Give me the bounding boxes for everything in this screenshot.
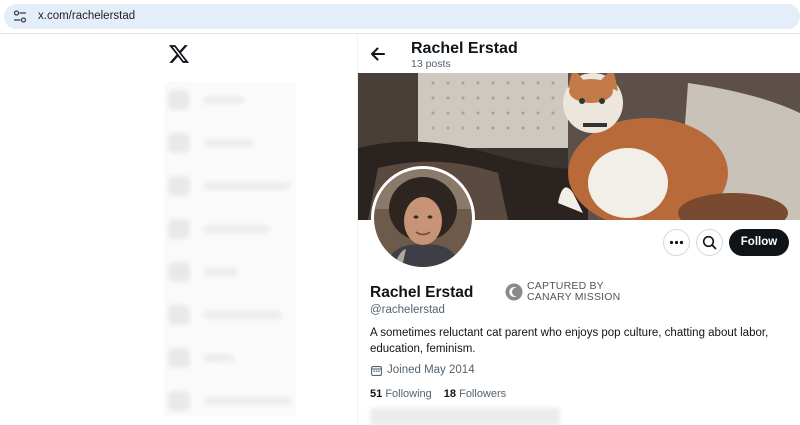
address-bar[interactable]: x.com/rachelerstad (4, 4, 800, 29)
profile-tabs-blurred (370, 408, 560, 425)
profile-display-name: Rachel Erstad (370, 284, 474, 301)
url-text[interactable]: x.com/rachelerstad (38, 9, 135, 24)
follow-stats: 51 Following 18 Followers (370, 387, 506, 401)
watermark-line-2: CANARY MISSION (527, 291, 621, 303)
following-label: Following (385, 388, 432, 400)
profile-bio: A sometimes reluctant cat parent who enj… (370, 327, 769, 355)
search-profile-button[interactable] (696, 229, 723, 256)
header-profile-name: Rachel Erstad (411, 40, 518, 57)
nav-item[interactable] (168, 348, 292, 368)
nav-item[interactable] (168, 176, 292, 196)
followers-label: Followers (459, 388, 507, 400)
header-post-count: 13 posts (411, 58, 451, 70)
profile-handle: @rachelerstad (370, 304, 445, 316)
nav-item[interactable] (168, 133, 292, 153)
nav-item[interactable] (168, 262, 292, 282)
x-logo-icon[interactable] (168, 43, 190, 65)
search-icon (702, 235, 717, 250)
joined-date: Joined May 2014 (387, 364, 475, 376)
navigation-menu-blurred (164, 82, 296, 416)
following-count: 51 (370, 388, 383, 400)
more-options-icon (669, 240, 684, 245)
nav-item[interactable] (168, 219, 292, 239)
browser-toolbar: x.com/rachelerstad (0, 0, 800, 34)
back-arrow-icon[interactable] (368, 44, 388, 64)
canary-mission-icon (505, 283, 523, 301)
avatar-photo (374, 169, 472, 267)
profile-avatar[interactable] (371, 166, 475, 270)
following-link[interactable]: 51 Following (370, 388, 432, 400)
nav-item[interactable] (168, 391, 292, 411)
calendar-icon (371, 366, 382, 376)
followers-count: 18 (443, 388, 457, 400)
nav-item[interactable] (168, 305, 292, 325)
site-settings-icon[interactable] (13, 10, 27, 23)
followers-link[interactable]: 18 Followers (444, 388, 506, 400)
canary-mission-watermark: CAPTURED BY CANARY MISSION (527, 281, 620, 303)
follow-button[interactable]: Follow (729, 229, 789, 256)
more-options-button[interactable] (663, 229, 690, 256)
nav-item[interactable] (168, 90, 292, 110)
